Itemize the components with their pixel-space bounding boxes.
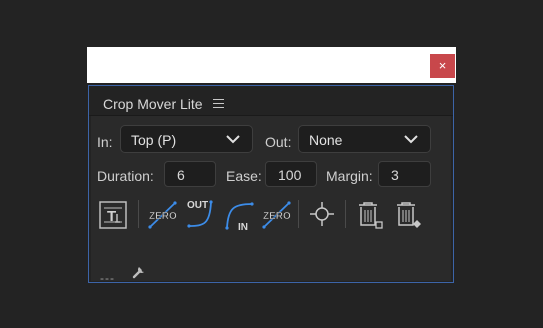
panel-content: In: Top (P) Out: None Duration: 6 Ease: … (91, 116, 451, 285)
status-dashes: --- (100, 271, 115, 285)
toolbar-separator (345, 200, 346, 228)
in-select[interactable]: Top (P) (120, 125, 253, 153)
margin-input[interactable]: 3 (378, 161, 431, 187)
in-label: In: (97, 134, 113, 150)
hamburger-icon[interactable] (213, 99, 224, 108)
panel-title: Crop Mover Lite (103, 96, 203, 112)
window-title-bar: × (87, 47, 456, 83)
out-select-value: None (309, 132, 343, 148)
in-label-icon: IN (238, 222, 248, 232)
out-label: Out: (265, 134, 292, 150)
crop-mover-panel: Crop Mover Lite In: Top (P) Out: None Du… (88, 85, 454, 285)
zero-label: ZERO (149, 211, 177, 222)
zero-linear-icon[interactable]: ZERO (148, 200, 178, 230)
out-label-icon: OUT (187, 200, 208, 211)
trash-keyframe-icon[interactable] (394, 200, 424, 230)
out-select[interactable]: None (298, 125, 431, 153)
ease-out-icon[interactable]: OUT (186, 198, 218, 230)
duration-input[interactable]: 6 (164, 161, 216, 187)
margin-label: Margin: (326, 168, 373, 184)
ease-in-icon[interactable]: IN (224, 200, 256, 232)
zero-label: ZERO (263, 211, 291, 222)
zero-linear-icon[interactable]: ZERO (262, 200, 292, 230)
duration-label: Duration: (97, 168, 154, 184)
wrench-icon[interactable] (131, 264, 147, 280)
close-button[interactable]: × (430, 54, 455, 78)
toolbar-separator (138, 200, 139, 228)
trash-square-icon[interactable] (356, 200, 386, 230)
ease-label: Ease: (226, 168, 262, 184)
svg-text:T: T (107, 208, 116, 225)
text-box-icon[interactable]: T (98, 200, 128, 230)
toolbar-separator (298, 200, 299, 228)
chevron-down-icon (226, 135, 240, 144)
chevron-down-icon (404, 135, 418, 144)
ease-input[interactable]: 100 (265, 161, 317, 187)
crosshair-icon[interactable] (308, 200, 336, 228)
in-select-value: Top (P) (131, 132, 177, 148)
panel-header: Crop Mover Lite (89, 86, 453, 116)
